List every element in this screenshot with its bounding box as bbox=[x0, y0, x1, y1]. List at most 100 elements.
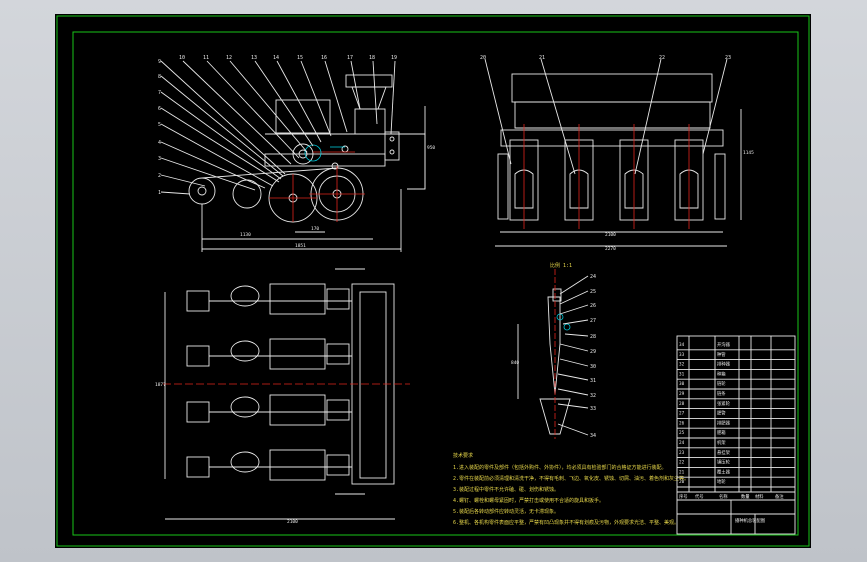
part-number: 25 bbox=[679, 430, 685, 436]
part-name: 链条 bbox=[717, 390, 726, 397]
balloon-label: 12 bbox=[226, 55, 232, 61]
detail-view: 840 24 25 26 27 28 29 30 31 32 33 34 比例 … bbox=[511, 262, 596, 439]
cad-drawing: 9 8 7 6 5 4 3 2 1 10 11 12 13 14 15 16 1… bbox=[56, 15, 810, 547]
balloon-label: 14 bbox=[273, 55, 279, 61]
part-number: 31 bbox=[679, 371, 685, 377]
part-number: 27 bbox=[679, 411, 685, 417]
part-name: 排肥器 bbox=[717, 419, 731, 426]
plan-view: 1877 2100 bbox=[155, 268, 410, 525]
header-cell: 序号 bbox=[679, 493, 688, 500]
balloon-label: 34 bbox=[590, 433, 596, 439]
front-view: 20 21 22 23 2100 2270 1145 bbox=[480, 55, 754, 252]
balloon-label: 3 bbox=[158, 156, 161, 162]
part-number: 30 bbox=[679, 381, 685, 387]
part-name: 机架 bbox=[717, 439, 726, 446]
tech-heading: 技术要求 bbox=[453, 452, 473, 459]
balloon-label: 7 bbox=[158, 90, 161, 96]
part-number: 28 bbox=[679, 401, 685, 407]
part-number: 33 bbox=[679, 352, 685, 358]
balloon-label: 19 bbox=[391, 55, 397, 61]
balloon-label: 15 bbox=[297, 55, 303, 61]
part-name: 镇压轮 bbox=[717, 459, 731, 466]
drawing-name: 播种机总装配图 bbox=[735, 517, 765, 524]
part-number: 26 bbox=[679, 420, 685, 426]
part-number: 21 bbox=[679, 469, 685, 475]
parts-list: 34 开沟器 33 种管 32 排种器 31 种箱 30 链轮 29 链条 28 张紧轮 27 肥管 26 排肥器… bbox=[677, 341, 795, 488]
part-name: 排种器 bbox=[717, 361, 731, 368]
tech-requirements: 技术要求 1.进入装配的零件及部件（包括外购件、外协件），均必须具有检验部门的合… bbox=[453, 452, 689, 526]
dim-side-total: 1851 bbox=[295, 243, 306, 249]
dim-side-height: 950 bbox=[427, 145, 435, 151]
part-number: 20 bbox=[679, 479, 685, 485]
balloon-label: 18 bbox=[369, 55, 375, 61]
balloon-label: 20 bbox=[480, 55, 486, 61]
plan-dimensions: 1877 2100 bbox=[155, 292, 395, 525]
dim-side-inner: 1130 bbox=[240, 232, 251, 238]
balloon-label: 29 bbox=[590, 349, 596, 355]
balloon-label: 2 bbox=[158, 173, 161, 179]
tech-item: 5.装配后各转动部件应转动灵活，无卡滞现象。 bbox=[453, 508, 559, 515]
tech-item: 6.整机、各机构零件表面应平整，严禁有凹凸现象并不得有划痕及污物，外观要求光洁、… bbox=[453, 519, 679, 526]
viewer-window: 9 8 7 6 5 4 3 2 1 10 11 12 13 14 15 16 1… bbox=[0, 0, 867, 562]
dim-detail-height: 840 bbox=[511, 360, 519, 366]
dim-plan-depth: 1877 bbox=[155, 382, 166, 388]
part-name: 覆土器 bbox=[717, 468, 731, 475]
dim-front-width: 2270 bbox=[605, 246, 616, 252]
header-cell: 数量 bbox=[741, 493, 750, 500]
dim-front-height: 1145 bbox=[743, 150, 754, 156]
balloon-label: 25 bbox=[590, 289, 596, 295]
balloon-label: 33 bbox=[590, 406, 596, 412]
balloon-label: 11 bbox=[203, 55, 209, 61]
header-cell: 代号 bbox=[695, 493, 704, 500]
part-name: 肥箱 bbox=[717, 429, 726, 436]
header-cell: 材料 bbox=[755, 493, 764, 500]
part-number: 24 bbox=[679, 440, 685, 446]
balloon-label: 31 bbox=[590, 378, 596, 384]
tech-item: 2.零件在装配前必须清理和清洗干净，不得有毛刺、飞边、氧化皮、锈蚀、切屑、油污、… bbox=[453, 475, 689, 482]
balloon-label: 27 bbox=[590, 318, 596, 324]
dim-side-small: 170 bbox=[311, 226, 319, 232]
part-number: 34 bbox=[679, 342, 685, 348]
outer-border bbox=[56, 15, 810, 547]
parts-header: 序号 代号 名称 数量 材料 备注 bbox=[679, 493, 784, 500]
dim-plan-width: 2100 bbox=[287, 519, 298, 525]
balloon-label: 10 bbox=[179, 55, 185, 61]
dim-front-inner: 2100 bbox=[605, 232, 616, 238]
header-cell: 名称 bbox=[719, 493, 728, 500]
side-balloons: 9 8 7 6 5 4 3 2 1 10 11 12 13 14 15 16 1… bbox=[158, 55, 397, 196]
balloon-label: 30 bbox=[590, 364, 596, 370]
part-number: 29 bbox=[679, 391, 685, 397]
tech-item: 3.装配过程中零件不允许磕、碰、划伤和锈蚀。 bbox=[453, 486, 559, 493]
title-block: 34 开沟器 33 种管 32 排种器 31 种箱 30 链轮 29 链条 28 张紧轮 27 肥管 26 排肥器… bbox=[676, 335, 796, 535]
part-name: 悬挂架 bbox=[717, 449, 731, 456]
side-view: 9 8 7 6 5 4 3 2 1 10 11 12 13 14 15 16 1… bbox=[158, 55, 435, 252]
part-name: 种管 bbox=[717, 351, 726, 358]
drawing-sheet: 9 8 7 6 5 4 3 2 1 10 11 12 13 14 15 16 1… bbox=[55, 14, 811, 548]
part-number: 22 bbox=[679, 460, 685, 466]
part-name: 种箱 bbox=[717, 370, 726, 377]
balloon-label: 26 bbox=[590, 303, 596, 309]
balloon-label: 4 bbox=[158, 140, 161, 146]
part-name: 张紧轮 bbox=[717, 400, 731, 407]
part-name: 链轮 bbox=[717, 380, 726, 387]
side-dimensions: 1130 1851 170 950 bbox=[201, 106, 435, 252]
part-name: 开沟器 bbox=[717, 341, 731, 348]
balloon-label: 23 bbox=[725, 55, 731, 61]
part-name: 肥管 bbox=[717, 410, 726, 417]
balloon-label: 8 bbox=[158, 74, 161, 80]
balloon-label: 5 bbox=[158, 122, 161, 128]
balloon-label: 1 bbox=[158, 190, 161, 196]
balloon-label: 17 bbox=[347, 55, 353, 61]
balloon-label: 16 bbox=[321, 55, 327, 61]
tech-item: 4.螺钉、螺栓和螺母紧固时，严禁打击或使用不合适的旋具和扳手。 bbox=[453, 497, 604, 504]
balloon-label: 28 bbox=[590, 334, 596, 340]
tech-item: 1.进入装配的零件及部件（包括外购件、外协件），均必须具有检验部门的合格证方能进… bbox=[453, 464, 667, 471]
balloon-label: 6 bbox=[158, 106, 161, 112]
balloon-label: 9 bbox=[158, 59, 161, 65]
part-name: 地轮 bbox=[717, 478, 726, 485]
balloon-label: 24 bbox=[590, 274, 596, 280]
balloon-label: 22 bbox=[659, 55, 665, 61]
balloon-label: 32 bbox=[590, 393, 596, 399]
part-number: 23 bbox=[679, 450, 685, 456]
detail-scale: 比例 1:1 bbox=[550, 262, 572, 269]
